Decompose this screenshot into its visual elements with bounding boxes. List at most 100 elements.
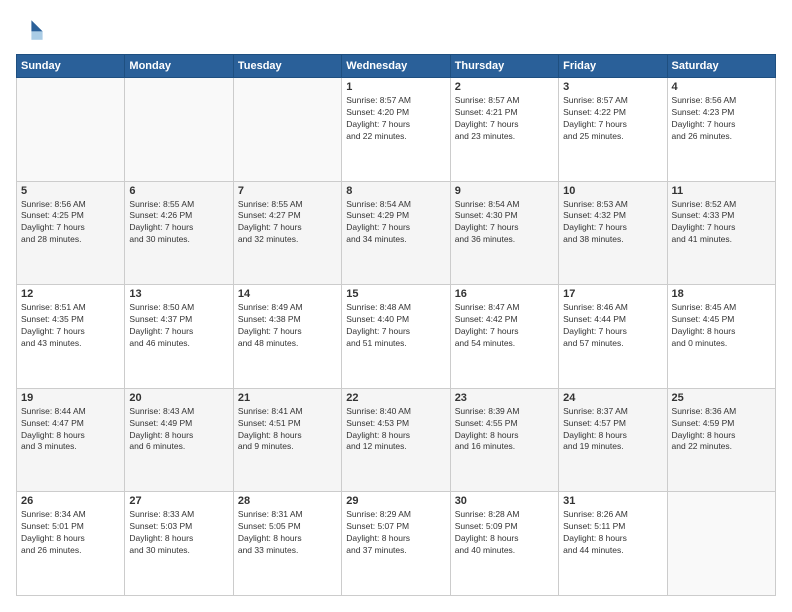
day-info: Sunrise: 8:45 AM Sunset: 4:45 PM Dayligh… [672, 302, 771, 350]
day-info: Sunrise: 8:47 AM Sunset: 4:42 PM Dayligh… [455, 302, 554, 350]
calendar-cell: 9Sunrise: 8:54 AM Sunset: 4:30 PM Daylig… [450, 181, 558, 285]
calendar-cell [667, 492, 775, 596]
calendar-week-4: 26 Sunrise: 8:34 AM Sunset: 5:01 PM Dayli… [17, 492, 776, 596]
day-header-wednesday: Wednesday [342, 55, 450, 78]
day-number: 21 [238, 392, 337, 404]
calendar-cell: 14Sunrise: 8:49 AM Sunset: 4:38 PM Dayli… [233, 285, 341, 389]
day-info: Sunrise: 8:52 AM Sunset: 4:33 PM Dayligh… [672, 199, 771, 247]
calendar-cell [125, 78, 233, 182]
calendar-week-0: 1 Sunrise: 8:57 AM Sunset: 4:20 PM Daylig… [17, 78, 776, 182]
day-info: Sunrise: 8:26 AM Sunset: 5:11 PM Dayligh… [563, 509, 662, 557]
calendar-week-1: 5 Sunrise: 8:56 AM Sunset: 4:25 PM Daylig… [17, 181, 776, 285]
calendar-cell: 27Sunrise: 8:33 AM Sunset: 5:03 PM Dayli… [125, 492, 233, 596]
calendar-cell: 26 Sunrise: 8:34 AM Sunset: 5:01 PM Dayli… [17, 492, 125, 596]
day-info: Sunrise: 8:57 AM Sunset: 4:22 PM Dayligh… [563, 95, 662, 143]
day-number: 4 [672, 81, 771, 93]
day-info: Sunrise: 8:44 AM Sunset: 4:47 PM Dayligh… [21, 406, 120, 454]
calendar-cell: 15 Sunrise: 8:48 AM Sunset: 4:40 PM Dayli… [342, 285, 450, 389]
day-info: Sunrise: 8:55 AM Sunset: 4:27 PM Dayligh… [238, 199, 337, 247]
calendar-cell: 4 Sunrise: 8:56 AM Sunset: 4:23 PM Daylig… [667, 78, 775, 182]
day-number: 5 [21, 185, 120, 197]
page: SundayMondayTuesdayWednesdayThursdayFrid… [0, 0, 792, 612]
day-number: 22 [346, 392, 445, 404]
day-info: Sunrise: 8:48 AM Sunset: 4:40 PM Dayligh… [346, 302, 445, 350]
calendar-cell: 29 Sunrise: 8:29 AM Sunset: 5:07 PM Dayli… [342, 492, 450, 596]
calendar-cell: 3 Sunrise: 8:57 AM Sunset: 4:22 PM Daylig… [559, 78, 667, 182]
day-number: 20 [129, 392, 228, 404]
day-number: 10 [563, 185, 662, 197]
day-number: 3 [563, 81, 662, 93]
calendar-cell: 24 Sunrise: 8:37 AM Sunset: 4:57 PM Dayli… [559, 388, 667, 492]
day-number: 23 [455, 392, 554, 404]
day-number: 7 [238, 185, 337, 197]
calendar-cell: 31 Sunrise: 8:26 AM Sunset: 5:11 PM Dayli… [559, 492, 667, 596]
day-number: 6 [129, 185, 228, 197]
day-info: Sunrise: 8:34 AM Sunset: 5:01 PM Dayligh… [21, 509, 120, 557]
calendar-cell: 12 Sunrise: 8:51 AM Sunset: 4:35 PM Dayli… [17, 285, 125, 389]
calendar-cell: 10 Sunrise: 8:53 AM Sunset: 4:32 PM Dayli… [559, 181, 667, 285]
day-number: 18 [672, 288, 771, 300]
header [16, 16, 776, 44]
day-number: 15 [346, 288, 445, 300]
day-info: Sunrise: 8:54 AM Sunset: 4:30 PM Dayligh… [455, 199, 554, 247]
calendar-table: SundayMondayTuesdayWednesdayThursdayFrid… [16, 54, 776, 596]
day-info: Sunrise: 8:57 AM Sunset: 4:20 PM Dayligh… [346, 95, 445, 143]
calendar-cell: 17 Sunrise: 8:46 AM Sunset: 4:44 PM Dayli… [559, 285, 667, 389]
day-info: Sunrise: 8:55 AM Sunset: 4:26 PM Dayligh… [129, 199, 228, 247]
day-info: Sunrise: 8:50 AM Sunset: 4:37 PM Dayligh… [129, 302, 228, 350]
calendar-cell: 6 Sunrise: 8:55 AM Sunset: 4:26 PM Daylig… [125, 181, 233, 285]
day-header-thursday: Thursday [450, 55, 558, 78]
day-info: Sunrise: 8:41 AM Sunset: 4:51 PM Dayligh… [238, 406, 337, 454]
calendar-cell: 28Sunrise: 8:31 AM Sunset: 5:05 PM Dayli… [233, 492, 341, 596]
day-number: 14 [238, 288, 337, 300]
day-info: Sunrise: 8:51 AM Sunset: 4:35 PM Dayligh… [21, 302, 120, 350]
calendar-cell: 2 Sunrise: 8:57 AM Sunset: 4:21 PM Daylig… [450, 78, 558, 182]
calendar-body: 1 Sunrise: 8:57 AM Sunset: 4:20 PM Daylig… [17, 78, 776, 596]
day-number: 12 [21, 288, 120, 300]
day-header-sunday: Sunday [17, 55, 125, 78]
day-number: 24 [563, 392, 662, 404]
calendar-cell: 25Sunrise: 8:36 AM Sunset: 4:59 PM Dayli… [667, 388, 775, 492]
calendar-cell [233, 78, 341, 182]
header-row: SundayMondayTuesdayWednesdayThursdayFrid… [17, 55, 776, 78]
calendar-cell: 23Sunrise: 8:39 AM Sunset: 4:55 PM Dayli… [450, 388, 558, 492]
day-header-friday: Friday [559, 55, 667, 78]
day-info: Sunrise: 8:29 AM Sunset: 5:07 PM Dayligh… [346, 509, 445, 557]
day-info: Sunrise: 8:57 AM Sunset: 4:21 PM Dayligh… [455, 95, 554, 143]
day-number: 11 [672, 185, 771, 197]
calendar-cell: 7 Sunrise: 8:55 AM Sunset: 4:27 PM Daylig… [233, 181, 341, 285]
day-info: Sunrise: 8:53 AM Sunset: 4:32 PM Dayligh… [563, 199, 662, 247]
calendar-week-2: 12 Sunrise: 8:51 AM Sunset: 4:35 PM Dayli… [17, 285, 776, 389]
day-number: 13 [129, 288, 228, 300]
day-number: 26 [21, 495, 120, 507]
calendar-cell: 1 Sunrise: 8:57 AM Sunset: 4:20 PM Daylig… [342, 78, 450, 182]
day-info: Sunrise: 8:54 AM Sunset: 4:29 PM Dayligh… [346, 199, 445, 247]
day-number: 30 [455, 495, 554, 507]
calendar-cell: 16 Sunrise: 8:47 AM Sunset: 4:42 PM Dayli… [450, 285, 558, 389]
calendar-cell: 18 Sunrise: 8:45 AM Sunset: 4:45 PM Dayli… [667, 285, 775, 389]
day-info: Sunrise: 8:56 AM Sunset: 4:25 PM Dayligh… [21, 199, 120, 247]
calendar-cell: 5 Sunrise: 8:56 AM Sunset: 4:25 PM Daylig… [17, 181, 125, 285]
day-info: Sunrise: 8:43 AM Sunset: 4:49 PM Dayligh… [129, 406, 228, 454]
day-number: 2 [455, 81, 554, 93]
calendar-cell: 30 Sunrise: 8:28 AM Sunset: 5:09 PM Dayli… [450, 492, 558, 596]
day-info: Sunrise: 8:37 AM Sunset: 4:57 PM Dayligh… [563, 406, 662, 454]
calendar-cell: 19Sunrise: 8:44 AM Sunset: 4:47 PM Dayli… [17, 388, 125, 492]
logo-icon [16, 16, 44, 44]
day-info: Sunrise: 8:56 AM Sunset: 4:23 PM Dayligh… [672, 95, 771, 143]
day-number: 31 [563, 495, 662, 507]
day-number: 29 [346, 495, 445, 507]
day-header-monday: Monday [125, 55, 233, 78]
calendar-cell: 22Sunrise: 8:40 AM Sunset: 4:53 PM Dayli… [342, 388, 450, 492]
calendar-cell [17, 78, 125, 182]
calendar-cell: 21 Sunrise: 8:41 AM Sunset: 4:51 PM Dayli… [233, 388, 341, 492]
day-number: 17 [563, 288, 662, 300]
day-info: Sunrise: 8:33 AM Sunset: 5:03 PM Dayligh… [129, 509, 228, 557]
day-number: 16 [455, 288, 554, 300]
day-header-saturday: Saturday [667, 55, 775, 78]
day-number: 1 [346, 81, 445, 93]
day-info: Sunrise: 8:28 AM Sunset: 5:09 PM Dayligh… [455, 509, 554, 557]
day-info: Sunrise: 8:46 AM Sunset: 4:44 PM Dayligh… [563, 302, 662, 350]
day-info: Sunrise: 8:31 AM Sunset: 5:05 PM Dayligh… [238, 509, 337, 557]
calendar-cell: 8Sunrise: 8:54 AM Sunset: 4:29 PM Daylig… [342, 181, 450, 285]
